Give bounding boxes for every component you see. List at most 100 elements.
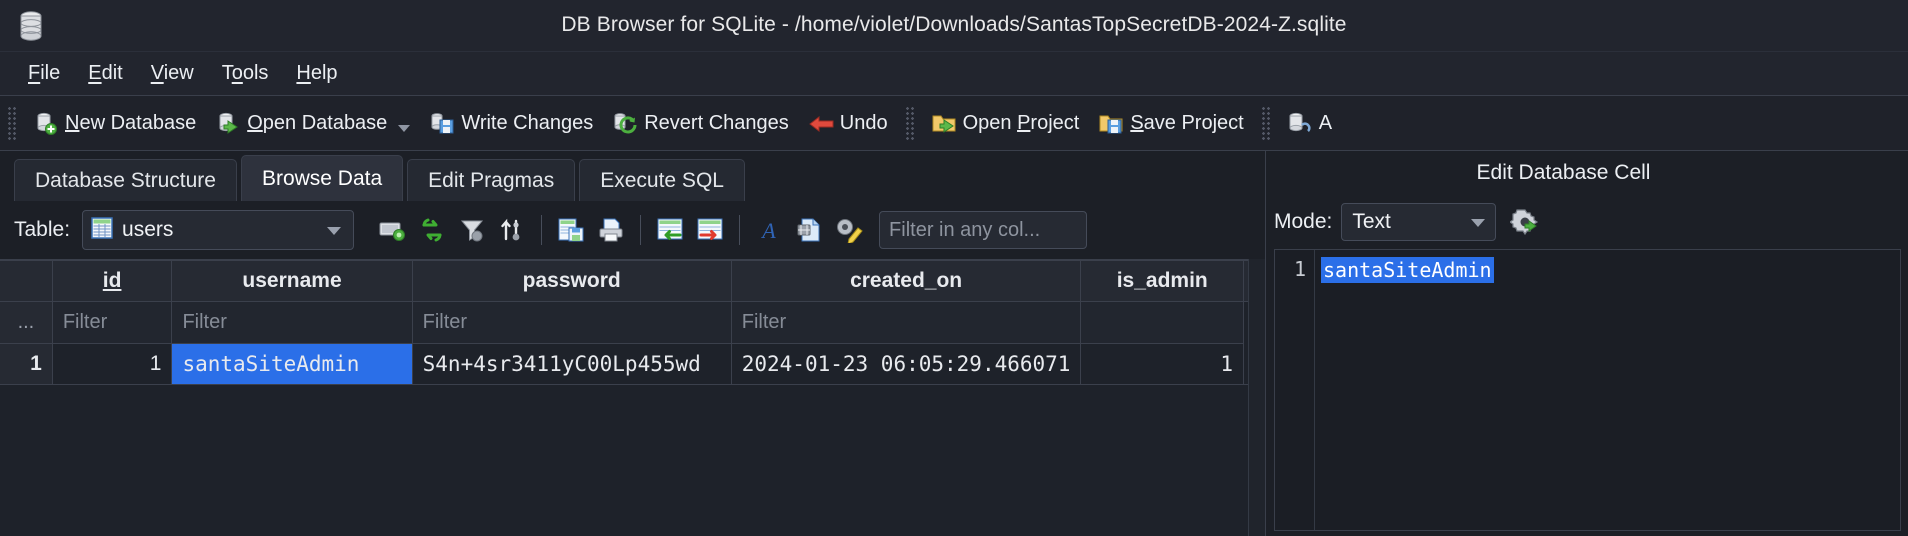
new-database-icon [34, 111, 58, 135]
refresh-icon[interactable] [412, 210, 452, 250]
menu-bar: File Edit View Tools Help [0, 52, 1908, 96]
cell-id[interactable]: 1 [52, 343, 173, 385]
chevron-down-icon[interactable] [398, 124, 411, 132]
mode-select-value: Text [1352, 210, 1391, 233]
tab-edit-pragmas[interactable]: Edit Pragmas [407, 159, 576, 201]
revert-changes-icon [613, 111, 637, 135]
save-results-icon[interactable] [551, 210, 591, 250]
row-header[interactable]: 1 [0, 343, 53, 385]
filter-any-column-input[interactable]: Filter in any col... [879, 211, 1088, 249]
tab-database-structure[interactable]: Database Structure [14, 159, 237, 201]
new-database-label: New Database [65, 111, 197, 134]
filter-row-filler [1080, 301, 1244, 344]
table-row[interactable]: 1 1 santaSiteAdmin S4n+4sr3411yC00Lp455w… [0, 343, 1265, 385]
tab-label: Execute SQL [600, 168, 724, 192]
filter-row-header: ... [0, 301, 53, 344]
revert-changes-button[interactable]: Revert Changes [603, 107, 799, 139]
font-icon[interactable]: A [749, 210, 789, 250]
table-select-value: users [122, 218, 174, 241]
chevron-down-icon[interactable] [327, 227, 342, 235]
undo-label: Undo [839, 111, 888, 134]
svg-text:A: A [760, 218, 776, 243]
tab-bar: Database Structure Browse Data Edit Prag… [0, 151, 1265, 201]
open-project-label: Open Project [962, 111, 1080, 134]
menu-file[interactable]: File [14, 59, 74, 88]
new-record-icon[interactable] [372, 210, 412, 250]
filter-input-created-on[interactable]: Filter [412, 301, 732, 344]
filter-any-placeholder: Filter in any col... [889, 218, 1041, 241]
toolbar-grip[interactable] [7, 106, 17, 140]
title-bar: DB Browser for SQLite - /home/violet/Dow… [0, 0, 1908, 52]
write-changes-icon [430, 111, 454, 135]
cell-created-on[interactable]: 2024-01-23 06:05:29.466071 [731, 343, 1082, 385]
tab-execute-sql[interactable]: Execute SQL [579, 159, 745, 201]
insert-column-left-icon[interactable] [650, 210, 690, 250]
edit-cell-mode-row: Mode: Text [1274, 201, 1894, 243]
menu-view[interactable]: View [137, 59, 208, 88]
mode-label: Mode: [1274, 210, 1333, 233]
grid-vertical-scrollbar[interactable] [1248, 259, 1265, 536]
chevron-down-icon[interactable] [1471, 219, 1486, 227]
edit-cell-editor[interactable]: 1 santaSiteAdmin [1274, 249, 1901, 531]
open-database-button[interactable]: Open Database [206, 107, 420, 139]
tab-label: Edit Pragmas [428, 168, 555, 192]
column-header-id[interactable]: id [52, 260, 173, 302]
write-changes-label: Write Changes [461, 111, 594, 134]
open-project-icon [932, 111, 956, 135]
filter-icon[interactable] [452, 210, 492, 250]
toolbar-grip-3[interactable] [1260, 106, 1271, 140]
mode-select[interactable]: Text [1341, 203, 1497, 241]
toolbar-separator [541, 215, 543, 245]
sort-icon[interactable] [492, 210, 532, 250]
data-grid-table: id username password created_on is_admin… [0, 260, 1265, 385]
column-header-created-on[interactable]: created_on [731, 260, 1082, 302]
save-project-icon [1099, 111, 1123, 135]
print-icon[interactable] [591, 210, 631, 250]
toolbar-separator-3 [739, 215, 741, 245]
revert-changes-label: Revert Changes [644, 111, 789, 134]
cell-is-admin[interactable]: 1 [1080, 343, 1244, 385]
edit-database-cell-panel: Edit Database Cell Mode: Text 1 santaSit… [1265, 151, 1908, 536]
toolbar-separator-2 [640, 215, 642, 245]
undo-button[interactable]: Undo [799, 107, 898, 139]
browse-data-toolbar: Table: users A Filter in any col... [0, 201, 1265, 259]
tab-label: Database Structure [35, 168, 216, 192]
main-toolbar: New Database Open Database Write Changes… [0, 96, 1908, 151]
grid-corner[interactable] [0, 260, 53, 302]
toolbar-grip-2[interactable] [904, 106, 915, 140]
filter-input-username[interactable]: Filter [52, 301, 173, 344]
open-database-label: Open Database [247, 111, 388, 134]
column-header-password[interactable]: password [412, 260, 732, 302]
menu-help[interactable]: Help [282, 59, 351, 88]
new-database-button[interactable]: New Database [24, 107, 206, 139]
cell-username[interactable]: santaSiteAdmin [171, 343, 413, 385]
menu-tools[interactable]: Tools [208, 59, 283, 88]
editor-content[interactable]: santaSiteAdmin [1315, 250, 1900, 530]
cell-password[interactable]: S4n+4sr3411yC00Lp455wd [412, 343, 732, 385]
write-changes-button[interactable]: Write Changes [420, 107, 603, 139]
menu-edit[interactable]: Edit [74, 59, 136, 88]
apply-settings-icon[interactable] [1505, 202, 1545, 242]
window-title: DB Browser for SQLite - /home/violet/Dow… [561, 13, 1347, 36]
table-header-row: id username password created_on is_admin [0, 260, 1265, 302]
table-select-label: Table: [14, 218, 71, 241]
undo-icon [808, 111, 834, 135]
filter-input-is-admin[interactable]: Filter [731, 301, 1082, 344]
column-header-is-admin[interactable]: is_admin [1080, 260, 1244, 302]
export-csv-icon[interactable] [789, 210, 829, 250]
delete-column-icon[interactable] [690, 210, 730, 250]
filter-row: ... Filter Filter Filter Filter [0, 301, 1265, 344]
table-select[interactable]: users [82, 210, 355, 250]
edit-cell-title: Edit Database Cell [1476, 161, 1651, 184]
table-grid-icon [91, 216, 113, 244]
attach-database-button[interactable]: A [1278, 107, 1342, 139]
column-header-username[interactable]: username [171, 260, 413, 302]
open-project-button[interactable]: Open Project [922, 107, 1090, 139]
editor-line-numbers: 1 [1275, 250, 1315, 530]
data-grid: id username password created_on is_admin… [0, 259, 1265, 536]
tab-browse-data[interactable]: Browse Data [240, 155, 404, 201]
save-project-button[interactable]: Save Project [1089, 107, 1253, 139]
filter-input-password[interactable]: Filter [171, 301, 413, 344]
save-project-label: Save Project [1130, 111, 1244, 134]
edit-display-format-icon[interactable] [829, 210, 869, 250]
